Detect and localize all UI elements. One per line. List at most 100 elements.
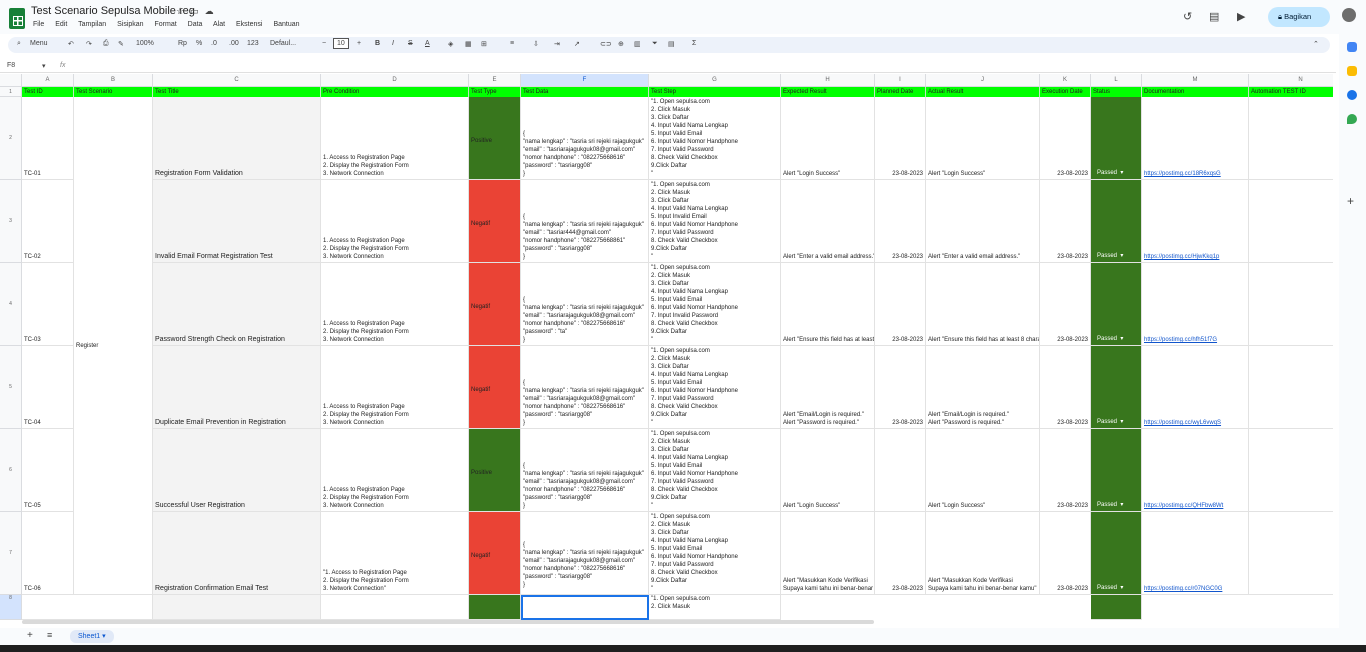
empty-cell[interactable] <box>153 595 321 620</box>
column-header-k[interactable]: K <box>1040 74 1091 87</box>
formula-input[interactable] <box>72 62 1272 71</box>
spreadsheet-grid[interactable]: ABCDEFGHIJKLMN Test ID Test Scenario Test … <box>0 74 1333 620</box>
row-header[interactable]: 5 <box>0 346 22 429</box>
document-title[interactable]: Test Scenario Sepulsa Mobile reg <box>31 5 195 17</box>
documentation-cell[interactable]: https://postimg.cc/hfh51f7G <box>1142 263 1249 346</box>
column-header-h[interactable]: H <box>781 74 875 87</box>
row-header[interactable]: 4 <box>0 263 22 346</box>
decrease-decimal-button[interactable]: .0 <box>211 40 217 47</box>
name-box[interactable]: F8 <box>7 62 15 69</box>
undo-icon[interactable]: ↶ <box>68 40 74 48</box>
test-step-cell[interactable]: "1. Open sepulsa.com 2. Click Masuk 3. C… <box>649 429 781 512</box>
header-cell[interactable]: Automation TEST ID <box>1249 87 1333 97</box>
planned-date-cell[interactable]: 23-08-2023 <box>875 263 926 346</box>
row-header[interactable]: 7 <box>0 512 22 595</box>
column-header-a[interactable]: A <box>22 74 74 87</box>
documentation-link[interactable]: https://postimg.cc/wyL6vwqS <box>1144 419 1248 427</box>
header-cell[interactable]: Test Type <box>469 87 521 97</box>
merge-icon[interactable]: ⊞ <box>481 40 487 48</box>
precondition-cell[interactable]: 1. Access to Registration Page 2. Displa… <box>321 180 469 263</box>
fill-color-icon[interactable]: ◈ <box>448 40 453 48</box>
precondition-cell[interactable]: 1. Access to Registration Page 2. Displa… <box>321 429 469 512</box>
test-id-cell[interactable]: TC-06 <box>22 512 74 595</box>
test-data-cell[interactable]: { "nama lengkap" : "tasria sri rejeki ra… <box>521 512 649 595</box>
print-icon[interactable]: ⎙ <box>103 40 109 48</box>
test-step-cell[interactable]: "1. Open sepulsa.com 2. Click Masuk 3. C… <box>649 180 781 263</box>
borders-icon[interactable]: ▦ <box>465 40 472 48</box>
row-header[interactable]: 1 <box>0 87 22 97</box>
automation-id-cell[interactable] <box>1249 346 1333 429</box>
menu-view[interactable]: Tampilan <box>78 21 106 28</box>
column-header-g[interactable]: G <box>649 74 781 87</box>
test-id-cell[interactable]: TC-05 <box>22 429 74 512</box>
all-sheets-icon[interactable]: ≡ <box>47 630 52 640</box>
test-data-cell[interactable]: { "nama lengkap" : "tasria sri rejeki ra… <box>521 97 649 180</box>
automation-id-cell[interactable] <box>1249 429 1333 512</box>
menu-help[interactable]: Bantuan <box>273 21 299 28</box>
planned-date-cell[interactable]: 23-08-2023 <box>875 346 926 429</box>
add-addon-icon[interactable]: + <box>1347 194 1354 208</box>
column-header-e[interactable]: E <box>469 74 521 87</box>
automation-id-cell[interactable] <box>1249 180 1333 263</box>
rotate-icon[interactable]: ↗ <box>574 40 580 48</box>
horizontal-scrollbar[interactable] <box>22 620 874 624</box>
test-data-cell[interactable]: { "nama lengkap" : "tasria sri rejeki ra… <box>521 346 649 429</box>
collapse-toolbar-icon[interactable]: ⌃ <box>1313 40 1319 48</box>
avatar[interactable] <box>1342 8 1356 22</box>
status-dropdown[interactable]: Passed ▾ <box>1097 418 1123 426</box>
documentation-link[interactable]: https://postimg.cc/18R6xqsG <box>1144 170 1248 178</box>
status-cell[interactable]: Passed ▾ <box>1091 263 1142 346</box>
star-icon[interactable]: ☆ <box>176 6 190 16</box>
precondition-cell[interactable]: 1. Access to Registration Page 2. Displa… <box>321 97 469 180</box>
status-dropdown[interactable]: Passed ▾ <box>1097 252 1123 260</box>
header-cell[interactable]: Actual Result <box>926 87 1040 97</box>
search-menu[interactable]: Menu <box>30 40 48 47</box>
test-type-cell[interactable]: Negatif <box>469 512 521 595</box>
automation-id-cell[interactable] <box>1249 263 1333 346</box>
select-all-corner[interactable] <box>0 74 22 87</box>
status-cell[interactable]: Passed ▾ <box>1091 512 1142 595</box>
menu-data[interactable]: Data <box>188 21 203 28</box>
precondition-cell[interactable]: 1. Access to Registration Page 2. Displa… <box>321 346 469 429</box>
expected-result-cell[interactable]: Alert "Email/Login is required." Alert "… <box>781 346 875 429</box>
actual-result-cell[interactable]: Alert "Masukkan Kode Verifikasi Supaya k… <box>926 512 1040 595</box>
execution-date-cell[interactable]: 23-08-2023 <box>1040 429 1091 512</box>
status-cell[interactable]: Passed ▾ <box>1091 180 1142 263</box>
italic-button[interactable]: I <box>392 40 394 47</box>
search-icon[interactable]: ⌕ <box>17 40 21 48</box>
execution-date-cell[interactable]: 23-08-2023 <box>1040 512 1091 595</box>
row-header[interactable]: 2 <box>0 97 22 180</box>
increase-decimal-button[interactable]: .00 <box>229 40 239 47</box>
zoom-select[interactable]: 100% <box>136 40 154 47</box>
keep-icon[interactable] <box>1347 66 1357 76</box>
execution-date-cell[interactable]: 23-08-2023 <box>1040 97 1091 180</box>
sheets-logo-icon[interactable] <box>9 8 25 29</box>
insert-comment-icon[interactable]: ⊕ <box>618 40 624 48</box>
header-cell[interactable]: Pre Condition <box>321 87 469 97</box>
expected-result-cell[interactable]: Alert "Ensure this field has at least 8 … <box>781 263 875 346</box>
font-size-increase[interactable]: + <box>357 40 361 47</box>
column-header-i[interactable]: I <box>875 74 926 87</box>
header-cell[interactable]: Test ID <box>22 87 74 97</box>
menu-format[interactable]: Format <box>155 21 177 28</box>
meet-icon[interactable]: ▶ <box>1237 10 1245 23</box>
align-icon[interactable]: ≡ <box>510 40 514 47</box>
column-header-c[interactable]: C <box>153 74 321 87</box>
test-id-cell[interactable]: TC-01 <box>22 97 74 180</box>
expected-result-cell[interactable]: Alert "Enter a valid email address." <box>781 180 875 263</box>
folder-icon[interactable]: ▭ <box>190 6 205 16</box>
test-data-cell[interactable]: { "nama lengkap" : "tasria sri rejeki ra… <box>521 180 649 263</box>
selected-cell[interactable] <box>521 595 649 620</box>
comment-icon[interactable]: ▤ <box>1209 10 1219 23</box>
execution-date-cell[interactable]: 23-08-2023 <box>1040 263 1091 346</box>
header-cell[interactable]: Status <box>1091 87 1142 97</box>
expected-result-cell[interactable]: Alert "Login Success" <box>781 429 875 512</box>
maps-icon[interactable] <box>1347 114 1357 124</box>
precondition-cell[interactable]: "1. Access to Registration Page 2. Displ… <box>321 512 469 595</box>
column-header-f[interactable]: F <box>521 74 649 87</box>
test-id-cell[interactable]: TC-03 <box>22 263 74 346</box>
text-color-button[interactable]: A <box>425 40 430 47</box>
documentation-cell[interactable]: https://postimg.cc/18R6xqsG <box>1142 97 1249 180</box>
documentation-cell[interactable]: https://postimg.cc/wyL6vwqS <box>1142 346 1249 429</box>
menu-insert[interactable]: Sisipkan <box>117 21 143 28</box>
